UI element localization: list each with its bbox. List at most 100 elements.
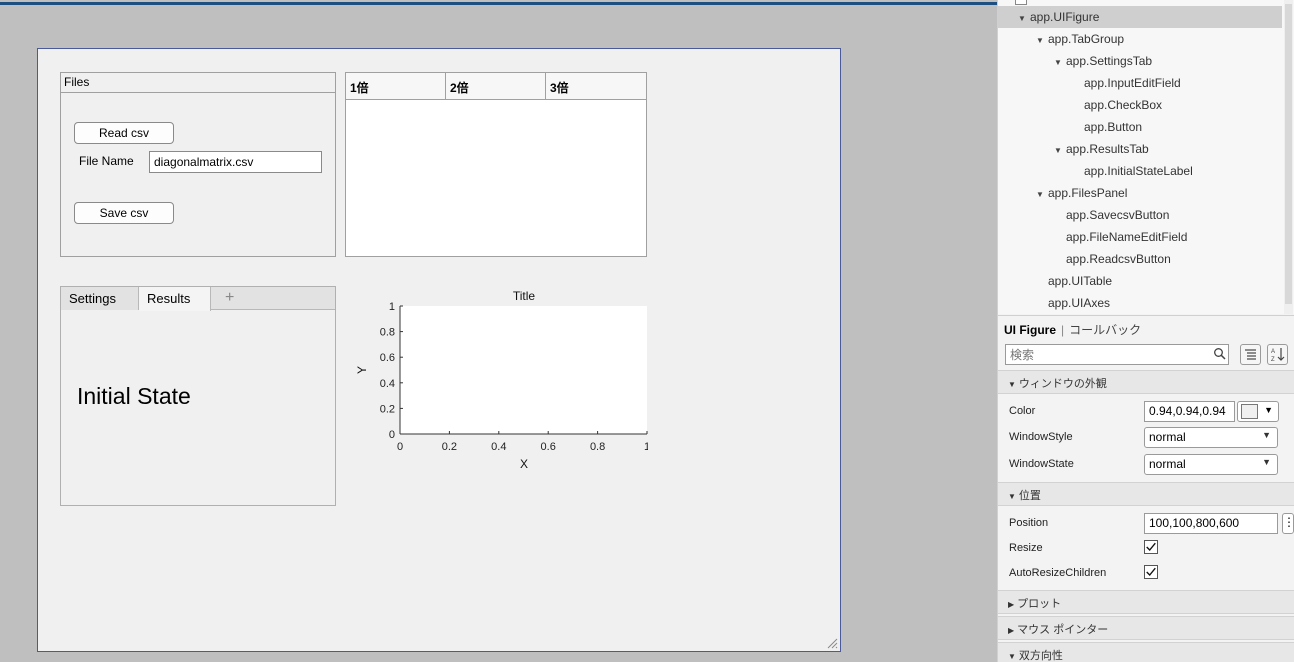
property-label: WindowState: [1009, 458, 1074, 470]
tree-node-label: app.UIAxes: [1048, 296, 1111, 310]
property-row-windowstate: WindowState normal ▼: [998, 451, 1294, 477]
checkmark-icon: [1146, 542, 1156, 552]
section-plot[interactable]: ▶ プロット: [998, 590, 1294, 614]
component-inspector: ▼ app.UIFigure ▼ app.TabGroup ▼ app.SettingsT…: [997, 0, 1294, 662]
tab-settings[interactable]: Settings: [61, 287, 139, 310]
tree-root-checkbox[interactable]: [1015, 0, 1027, 5]
y-tick-label: 0.6: [380, 352, 395, 364]
file-name-field[interactable]: [149, 151, 322, 173]
plot-area: [400, 306, 647, 434]
tree-node[interactable]: ▼ app.SettingsTab: [1054, 50, 1152, 72]
section-window-appearance[interactable]: ▼ ウィンドウの外観: [998, 370, 1294, 394]
tree-node-label: app.UIFigure: [1030, 10, 1100, 24]
chart-title: Title: [513, 289, 536, 303]
svg-text:A: A: [1271, 349, 1275, 355]
tree-node[interactable]: app.CheckBox: [1084, 94, 1162, 116]
tree-node-label: app.CheckBox: [1084, 98, 1163, 112]
sort-alpha-button[interactable]: A Z: [1267, 344, 1288, 365]
expand-triangle-icon[interactable]: ▼: [1036, 184, 1048, 206]
property-row-windowstyle: WindowStyle normal ▼: [998, 424, 1294, 450]
tree-node[interactable]: app.FileNameEditField: [1066, 226, 1187, 248]
color-value-field[interactable]: 0.94,0.94,0.94: [1144, 401, 1235, 422]
position-value-field[interactable]: 100,100,800,600: [1144, 513, 1278, 534]
section-mouse-pointer[interactable]: ▶ マウス ポインター: [998, 616, 1294, 640]
ui-figure[interactable]: Files Read csv File Name Save csv 1倍 2倍 …: [37, 48, 841, 652]
tree-node[interactable]: ▼ app.ResultsTab: [1054, 138, 1149, 160]
expand-triangle-icon[interactable]: ▼: [1054, 140, 1066, 162]
tree-scrollbar-thumb[interactable]: [1285, 4, 1292, 304]
tab-results[interactable]: Results: [139, 287, 211, 311]
property-row-autoresizechildren: AutoResizeChildren: [998, 560, 1294, 586]
tree-node[interactable]: ▼ app.UIFigure: [1018, 6, 1099, 28]
property-search-input[interactable]: [1005, 344, 1229, 365]
tree-node[interactable]: app.InputEditField: [1084, 72, 1181, 94]
property-label: Position: [1009, 517, 1049, 529]
tree-node-label: app.UITable: [1048, 274, 1113, 288]
tree-node[interactable]: app.Button: [1084, 116, 1142, 138]
expand-triangle-icon[interactable]: ▼: [1018, 8, 1030, 30]
resize-grip-icon[interactable]: [826, 637, 838, 649]
tree-scrollbar[interactable]: [1284, 0, 1293, 314]
expand-triangle-icon[interactable]: ▼: [1054, 52, 1066, 74]
tree-node-label: app.InitialStateLabel: [1084, 164, 1193, 178]
chevron-down-icon: ▼: [1264, 405, 1273, 415]
search-icon[interactable]: [1213, 347, 1227, 361]
x-tick-label: 0.6: [541, 441, 556, 453]
checkmark-icon: [1146, 567, 1156, 577]
tree-node-label: app.InputEditField: [1084, 76, 1181, 90]
more-options-icon[interactable]: ⋮: [1282, 513, 1294, 534]
windowstate-select[interactable]: normal ▼: [1144, 454, 1278, 475]
resize-checkbox[interactable]: [1144, 540, 1158, 554]
design-canvas: Files Read csv File Name Save csv 1倍 2倍 …: [0, 0, 997, 662]
chevron-down-icon: ▼: [1262, 430, 1271, 440]
autoresize-checkbox[interactable]: [1144, 565, 1158, 579]
save-csv-button[interactable]: Save csv: [74, 202, 174, 224]
section-interactivity[interactable]: ▼ 双方向性: [998, 642, 1294, 662]
property-row-position: Position 100,100,800,600 ⋮: [998, 510, 1294, 536]
ui-table[interactable]: 1倍 2倍 3倍: [345, 72, 647, 257]
tree-node[interactable]: app.UITable: [1048, 270, 1112, 292]
property-label: Resize: [1009, 542, 1043, 554]
expand-triangle-icon[interactable]: ▼: [1036, 30, 1048, 52]
table-header: 1倍 2倍 3倍: [346, 73, 646, 100]
files-panel[interactable]: Files Read csv File Name Save csv: [60, 72, 336, 257]
tree-node-label: app.Button: [1084, 120, 1143, 134]
tree-node[interactable]: ▼ app.TabGroup: [1036, 28, 1124, 50]
tree-node-label: app.SettingsTab: [1066, 54, 1153, 68]
section-position[interactable]: ▼ 位置: [998, 482, 1294, 506]
x-tick-label: 0.8: [590, 441, 605, 453]
y-tick-label: 0.8: [380, 327, 395, 339]
files-panel-title: Files: [61, 73, 335, 93]
y-tick-label: 0.4: [380, 378, 395, 390]
tree-node[interactable]: app.InitialStateLabel: [1084, 160, 1193, 182]
x-tick-label: 0: [397, 441, 403, 453]
tree-node-label: app.ReadcsvButton: [1066, 252, 1171, 266]
expanded-triangle-icon: ▼: [1008, 492, 1016, 501]
tab-ui-figure[interactable]: UI Figure: [1004, 323, 1056, 337]
add-tab-icon[interactable]: +: [217, 285, 242, 308]
tree-node[interactable]: app.ReadcsvButton: [1066, 248, 1171, 270]
ui-axes[interactable]: 0 0.2 0.4 0.6 0.8 1 0 0.2 0.4 0.6 0.8 1 Title X Y: [348, 287, 648, 477]
expanded-triangle-icon: ▼: [1008, 380, 1016, 389]
svg-text:Z: Z: [1271, 357, 1275, 363]
tab-callbacks[interactable]: コールバック: [1069, 323, 1141, 337]
tab-group[interactable]: Settings Results + Initial State: [60, 286, 336, 506]
color-picker-button[interactable]: ▼: [1237, 401, 1279, 422]
select-value: normal: [1149, 430, 1186, 444]
y-tick-label: 0.2: [380, 403, 395, 415]
table-column-header[interactable]: 1倍: [346, 73, 446, 99]
read-csv-button[interactable]: Read csv: [74, 122, 174, 144]
windowstyle-select[interactable]: normal ▼: [1144, 427, 1278, 448]
section-title: 双方向性: [1018, 650, 1063, 662]
section-title: プロット: [1017, 598, 1062, 610]
x-axis-label: X: [520, 457, 528, 471]
table-column-header[interactable]: 2倍: [446, 73, 546, 99]
group-view-button[interactable]: [1240, 344, 1261, 365]
tree-node[interactable]: app.UIAxes: [1048, 292, 1110, 314]
tree-node-label: app.TabGroup: [1048, 32, 1125, 46]
tree-node[interactable]: ▼ app.FilesPanel: [1036, 182, 1127, 204]
chevron-down-icon: ▼: [1262, 457, 1271, 467]
property-label: AutoResizeChildren: [1009, 567, 1107, 579]
tree-node[interactable]: app.SavecsvButton: [1066, 204, 1169, 226]
table-column-header[interactable]: 3倍: [546, 73, 646, 99]
